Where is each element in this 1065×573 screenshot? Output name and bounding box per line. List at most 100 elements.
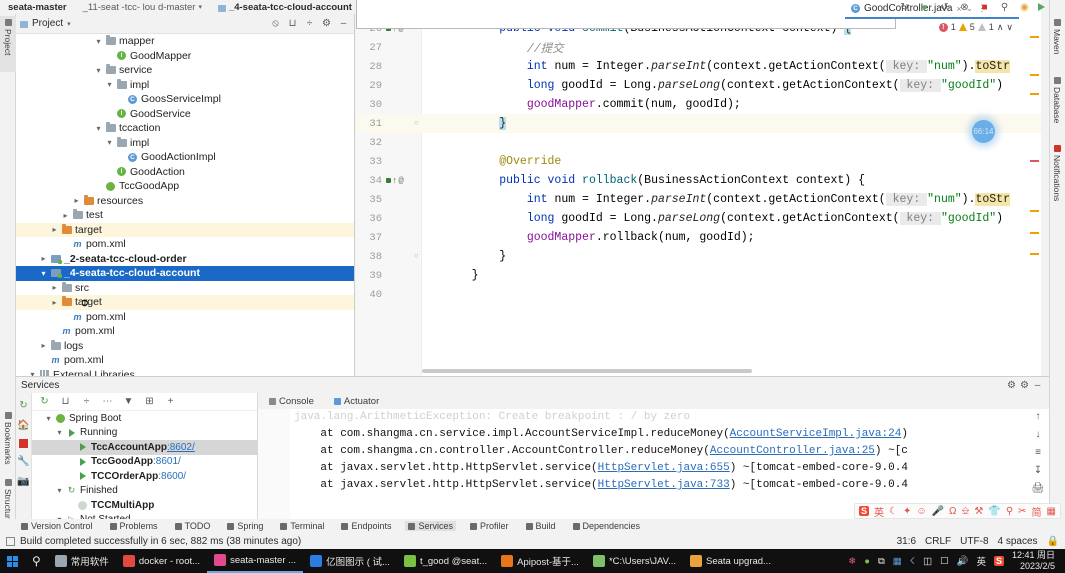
code-line-36[interactable]: 36 long goodId = Long.parseLong(context.… <box>356 209 1041 228</box>
settings-icon[interactable]: ⚙ <box>1018 379 1031 392</box>
override-gutter-icon[interactable]: ↑@ <box>386 176 420 186</box>
indent-setting[interactable]: 4 spaces <box>998 536 1038 547</box>
caret-position[interactable]: 31:6 <box>897 536 916 547</box>
service-port-link[interactable]: :8602/ <box>167 442 195 453</box>
console-link[interactable]: AccountController.java:25 <box>710 445 875 457</box>
circle-green-icon[interactable]: ● <box>864 556 870 567</box>
console-link[interactable]: HttpServlet.java:655 <box>598 462 730 474</box>
pin-icon[interactable]: ⚲ <box>1006 506 1013 517</box>
chevron-down-icon[interactable]: ▾ <box>54 428 65 437</box>
add-frame-icon[interactable]: ⊞ <box>143 395 156 408</box>
tree-node-goodactionimpl[interactable]: C GoodActionImpl <box>16 150 354 165</box>
copy-icon[interactable]: ⧉ <box>878 556 885 567</box>
toolwindow-button-terminal[interactable]: Terminal <box>277 521 327 531</box>
project-tree[interactable]: ▾ mapper I GoodMapper ▾ service ▾ impl C GoosServ… <box>16 34 354 376</box>
hide-icon[interactable]: – <box>1031 379 1044 392</box>
tree-node-external-libraries[interactable]: ▾ External Libraries <box>16 368 354 376</box>
toolwindow-button-todo[interactable]: TODO <box>172 521 214 531</box>
project-tab-0[interactable]: seata-master <box>0 2 75 13</box>
tree-node-goodaction[interactable]: I GoodAction <box>16 165 354 180</box>
service-port-link[interactable]: :8600/ <box>158 471 186 482</box>
print-icon[interactable]: 🖨 <box>1032 483 1045 494</box>
chevron-right-icon[interactable]: ▸ <box>38 254 49 263</box>
tree-node-tccgoodapp[interactable]: TccGoodApp <box>16 179 354 194</box>
code-line-35[interactable]: 35 int num = Integer.parseInt(context.ge… <box>356 190 1041 209</box>
network-icon[interactable]: ☐ <box>940 556 949 567</box>
tree-node-logs[interactable]: ▸ logs <box>16 339 354 354</box>
tree-node-goosserviceimpl[interactable]: C GoosServiceImpl <box>16 92 354 107</box>
tree-node-pom-xml[interactable]: m pom.xml <box>16 353 354 368</box>
toolwindow-button-version-control[interactable]: Version Control <box>18 521 96 531</box>
sparkle-icon[interactable]: ✦ <box>903 506 911 517</box>
debug-icon[interactable]: ● <box>918 1 931 14</box>
expand-all-icon[interactable]: ⊔ <box>59 395 72 408</box>
chevron-down-icon[interactable]: ▾ <box>38 269 49 278</box>
service-node-tccorderapp[interactable]: TCCOrderApp:8600/ <box>32 469 257 484</box>
grid-icon[interactable]: ▦ <box>1047 506 1056 517</box>
flower-icon[interactable]: ❄ <box>848 556 856 567</box>
console-link[interactable]: AccountServiceImpl.java:24 <box>730 428 902 440</box>
tree-node-target[interactable]: ▸ target <box>16 222 354 237</box>
error-stripe-mark[interactable] <box>1030 232 1039 234</box>
taskbar-item-notepad[interactable]: *C:\Users\JAV... <box>586 549 683 573</box>
soft-wrap-icon[interactable]: ≡ <box>1035 447 1041 458</box>
headphone-icon[interactable]: Ω <box>949 506 956 517</box>
taskbar-search-button[interactable]: ⚲ <box>25 549 48 573</box>
lock-icon[interactable]: 🔒 <box>1047 536 1059 547</box>
filter-icon[interactable]: ▼ <box>122 395 135 408</box>
tree-node-4-seata-tcc-cloud-account[interactable]: ▾ _4-seata-tcc-cloud-account <box>16 266 354 281</box>
toolwindow-button-problems[interactable]: Problems <box>107 521 161 531</box>
select-opened-file-icon[interactable]: ⦸ <box>269 17 282 30</box>
rerun-icon[interactable]: ↻ <box>38 395 51 408</box>
taskbar-item-intellij[interactable]: seata-master ... <box>207 549 304 573</box>
stop-icon[interactable]: ■ <box>978 1 991 14</box>
tree-node-test[interactable]: ▸ test <box>16 208 354 223</box>
inspection-widget[interactable]: ! 1 5 1 ∧ ∨ <box>938 20 1013 34</box>
code-line-28[interactable]: 28 int num = Integer.parseInt(context.ge… <box>356 57 1041 76</box>
collapse-all-icon[interactable]: ÷ <box>80 395 93 408</box>
code-fold-icon[interactable]: ○ <box>414 119 419 128</box>
code-line-38[interactable]: 38 ○ } <box>356 247 1041 266</box>
tree-node-goodservice[interactable]: I GoodService <box>16 107 354 122</box>
monitor-icon[interactable]: ▦ <box>893 556 902 567</box>
taskbar-clock[interactable]: 12:41 周日 2023/2/5 <box>1012 550 1059 572</box>
notifications-icon[interactable]: ◉ <box>1018 1 1031 14</box>
chevron-right-icon[interactable]: ▸ <box>60 211 71 220</box>
tree-node-tccaction[interactable]: ▾ tccaction <box>16 121 354 136</box>
toolwindow-button-profiler[interactable]: Profiler <box>467 521 512 531</box>
rerun-icon[interactable]: ↻ <box>17 399 30 412</box>
chevron-down-icon[interactable]: ▾ <box>43 414 54 423</box>
run-icon[interactable] <box>1038 3 1045 11</box>
code-line-39[interactable]: 39 } <box>356 266 1041 285</box>
settings-icon[interactable]: ÷ <box>303 17 316 30</box>
tree-node-pom-xml[interactable]: m pom.xml <box>16 324 354 339</box>
tab-actuator[interactable]: Actuator <box>331 396 382 407</box>
service-node-tccaccountapp[interactable]: TccAccountApp:8602/ <box>32 440 257 455</box>
scissors-icon[interactable]: ✂ <box>1018 506 1026 517</box>
mic-icon[interactable]: 🎤 <box>932 506 944 517</box>
taskbar-item-folder[interactable]: 常用软件 <box>48 549 116 573</box>
service-node-finished[interactable]: ▾ ↻ Finished <box>32 484 257 499</box>
toolwindow-button-dependencies[interactable]: Dependencies <box>570 521 644 531</box>
volume-icon[interactable]: 🔊 <box>957 556 969 567</box>
bluetooth-icon[interactable]: 𐌂 <box>910 556 915 567</box>
tree-node-goodmapper[interactable]: I GoodMapper <box>16 49 354 64</box>
tree-node-service[interactable]: ▾ service <box>16 63 354 78</box>
chevron-right-icon[interactable]: ▸ <box>49 283 60 292</box>
taskbar-item-datagrip[interactable]: t_good @seat... <box>397 549 494 573</box>
smiley-icon[interactable]: ☺ <box>916 506 926 517</box>
sidebar-item-project[interactable]: Project <box>0 16 16 72</box>
tree-node-target[interactable]: ▸ target <box>16 295 354 310</box>
start-button[interactable] <box>0 549 25 573</box>
collapse-all-icon[interactable]: ⊔ <box>286 17 299 30</box>
code-line-27[interactable]: 27 //提交 <box>356 38 1041 57</box>
code-fold-icon[interactable]: ○ <box>414 252 419 261</box>
tree-node-src[interactable]: ▸ src <box>16 281 354 296</box>
code-line-32[interactable]: 32 <box>356 133 1041 152</box>
code-line-34[interactable]: 34 ↑ @ public void rollback(BusinessAction… <box>356 171 1041 190</box>
code-line-29[interactable]: 29 long goodId = Long.parseLong(context.… <box>356 76 1041 95</box>
code-line-33[interactable]: 33 @Override <box>356 152 1041 171</box>
moon-icon[interactable]: ☾ <box>889 506 898 517</box>
tree-node-impl[interactable]: ▾ impl <box>16 136 354 151</box>
code-line-31[interactable]: 31 ○ } <box>356 114 1041 133</box>
